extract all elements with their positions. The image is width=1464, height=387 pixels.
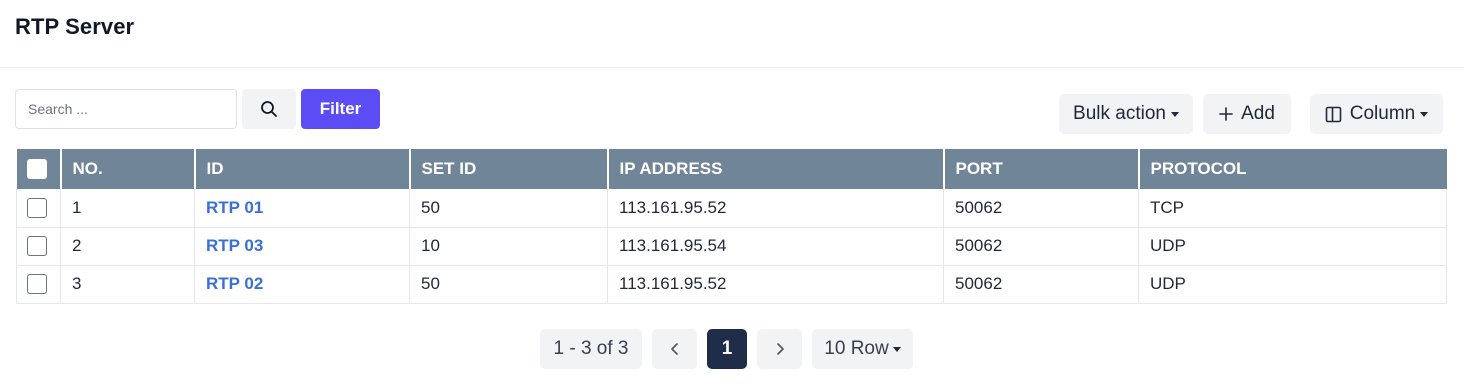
cell-set-id: 50	[409, 189, 608, 228]
cell-protocol: UDP	[1138, 265, 1447, 304]
select-all-cell	[16, 149, 62, 189]
select-all-checkbox[interactable]	[26, 159, 47, 179]
column-header-port[interactable]: PORT	[943, 149, 1140, 189]
plus-icon	[1219, 107, 1233, 121]
bulk-action-button[interactable]: Bulk action	[1059, 94, 1193, 134]
cell-set-id: 10	[409, 227, 608, 266]
cell-no: 1	[60, 189, 195, 228]
cell-id: RTP 03	[194, 227, 410, 266]
column-label: Column	[1349, 103, 1416, 124]
cell-protocol: UDP	[1138, 227, 1447, 266]
page-title: RTP Server	[15, 14, 135, 39]
cell-port: 50062	[943, 265, 1139, 304]
cell-port: 50062	[943, 227, 1139, 266]
next-page-button[interactable]	[757, 329, 802, 369]
column-button[interactable]: Column	[1310, 94, 1443, 134]
cell-id: RTP 02	[194, 265, 410, 304]
cell-no: 3	[60, 265, 195, 304]
pagination-info: 1 - 3 of 3	[540, 329, 642, 369]
table-row: 3 RTP 02 50 113.161.95.52 50062 UDP	[16, 265, 1447, 304]
cell-id: RTP 01	[194, 189, 410, 228]
filter-button[interactable]: Filter	[301, 89, 380, 129]
table-header-row: NO. ID SET ID IP ADDRESS PORT PROTOCOL	[16, 149, 1447, 189]
cell-port: 50062	[943, 189, 1139, 228]
add-button[interactable]: Add	[1203, 94, 1291, 134]
caret-down-icon	[892, 346, 901, 352]
cell-ip-address: 113.161.95.54	[607, 227, 944, 266]
cell-ip-address: 113.161.95.52	[607, 265, 944, 304]
cell-ip-address: 113.161.95.52	[607, 189, 944, 228]
chevron-left-icon	[670, 343, 678, 355]
rtp-id-link[interactable]: RTP 03	[206, 236, 263, 255]
columns-icon	[1325, 106, 1342, 122]
row-checkbox[interactable]	[27, 274, 47, 294]
previous-page-button[interactable]	[652, 329, 697, 369]
cell-no: 2	[60, 227, 195, 266]
search-input[interactable]	[15, 89, 237, 129]
column-header-set-id[interactable]: SET ID	[409, 149, 609, 189]
search-icon	[261, 101, 277, 117]
row-checkbox[interactable]	[27, 236, 47, 256]
cell-set-id: 50	[409, 265, 608, 304]
row-checkbox[interactable]	[27, 197, 47, 218]
row-select-cell	[16, 265, 61, 304]
search-button[interactable]	[242, 89, 296, 129]
rtp-id-link[interactable]: RTP 01	[206, 198, 263, 217]
page-button-current[interactable]: 1	[707, 329, 747, 369]
rows-per-page-label: 10 Row	[824, 338, 889, 359]
page-header: RTP Server	[0, 0, 1464, 68]
column-header-ip-address[interactable]: IP ADDRESS	[607, 149, 945, 189]
row-select-cell	[16, 227, 61, 266]
caret-down-icon	[1170, 111, 1179, 117]
row-select-cell	[16, 189, 61, 228]
column-header-protocol[interactable]: PROTOCOL	[1138, 149, 1447, 189]
column-header-no[interactable]: NO.	[60, 149, 196, 189]
chevron-right-icon	[776, 343, 784, 355]
bulk-action-label: Bulk action	[1073, 103, 1166, 124]
table-row: 1 RTP 01 50 113.161.95.52 50062 TCP	[16, 189, 1447, 228]
rtp-id-link[interactable]: RTP 02	[206, 274, 263, 293]
cell-protocol: TCP	[1138, 189, 1447, 228]
caret-down-icon	[1420, 111, 1429, 117]
rows-per-page-select[interactable]: 10 Row	[812, 329, 913, 369]
data-table: NO. ID SET ID IP ADDRESS PORT PROTOCOL 1…	[16, 149, 1447, 304]
column-header-id[interactable]: ID	[194, 149, 411, 189]
table-row: 2 RTP 03 10 113.161.95.54 50062 UDP	[16, 227, 1447, 266]
add-label: Add	[1241, 103, 1275, 124]
